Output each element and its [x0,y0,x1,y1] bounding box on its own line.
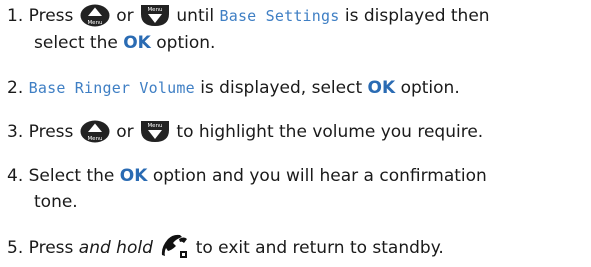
press-text: Press [28,122,74,142]
step-5: 5. Press and hold to exit and return to … [7,234,587,260]
select-the-text: select the [34,33,118,53]
select-the-text: Select the [28,166,115,186]
step-number: 2. [7,78,24,98]
step-number: 5. [7,238,24,258]
menu-label: Menu [147,123,162,129]
option-text: option. [400,78,460,98]
step-2: 2. Base Ringer Volume is displayed, sele… [7,76,587,100]
instructions-page: 1. Press Menu or Menu until Base Setting… [0,0,591,267]
end-call-button-icon [159,234,189,259]
lcd-base-ringer-volume: Base Ringer Volume [28,79,195,97]
down-arrow-menu-button-icon: Menu [140,4,170,27]
exit-text: to exit and return to standby. [195,238,444,258]
step-number: 4. [7,166,24,186]
ok-label: OK [367,78,396,98]
menu-label: Menu [87,20,102,26]
down-arrow-menu-button-icon: Menu [140,120,170,143]
step-4-continued: tone. [7,190,587,214]
until-text: until [176,6,215,26]
step-number: 3. [7,122,24,142]
step-3: 3. Press Menu or Menu to highlight the v… [7,120,587,144]
highlight-text: to highlight the volume you require. [176,122,484,142]
up-arrow-menu-button-icon: Menu [80,120,110,143]
ok-label: OK [123,33,151,53]
press-text: Press [28,238,74,258]
displayed-then-text: is displayed then [344,6,490,26]
tone-text: tone. [34,192,78,212]
press-text: Press [28,6,74,26]
up-arrow-menu-button-icon: Menu [80,4,110,27]
menu-label: Menu [87,136,102,142]
ok-label: OK [119,166,148,186]
confirmation-text: option and you will hear a confirmation [152,166,487,186]
or-text: or [116,6,134,26]
step-1: 1. Press Menu or Menu until Base Setting… [7,4,587,28]
displayed-select-text: is displayed, select [200,78,363,98]
step-number: 1. [7,6,24,26]
step-1-continued: select the OK option. [7,31,587,55]
menu-label: Menu [147,7,162,13]
option-text: option. [156,33,216,53]
and-hold-text: and hold [78,238,153,258]
or-text: or [116,122,134,142]
step-4: 4. Select the OK option and you will hea… [7,164,587,188]
lcd-base-settings: Base Settings [219,7,340,25]
